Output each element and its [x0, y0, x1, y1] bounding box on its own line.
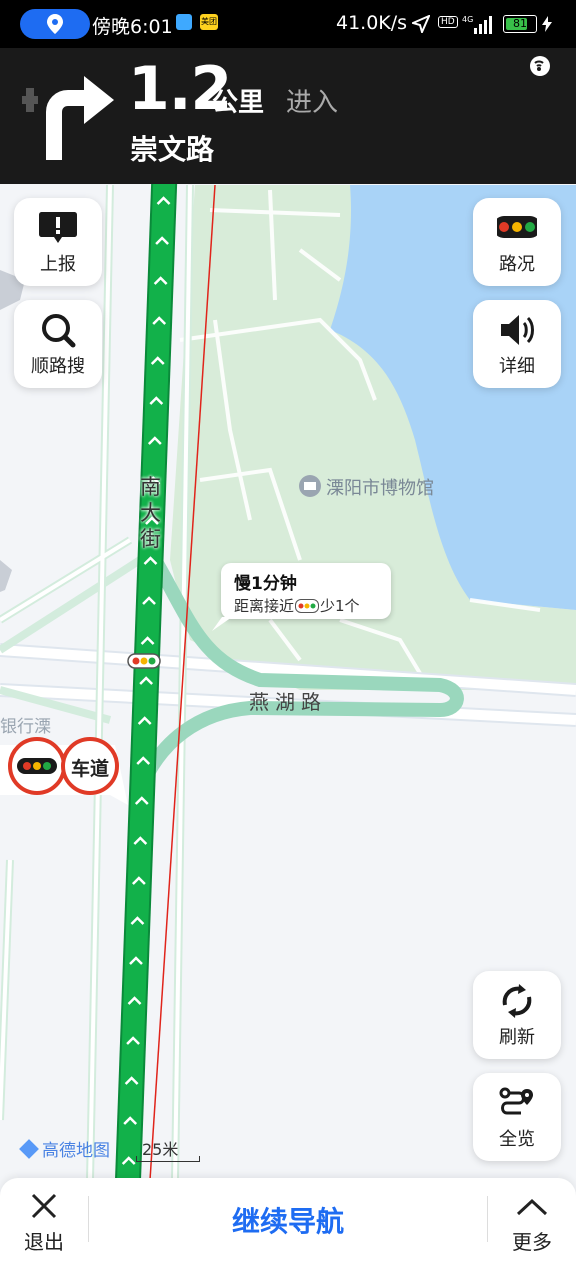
- divider: [88, 1196, 89, 1242]
- callout-pointer: [212, 617, 232, 631]
- continue-navigation-button[interactable]: 继续导航: [120, 1200, 456, 1240]
- exit-button[interactable]: 退出: [0, 1178, 88, 1280]
- charging-icon: [542, 16, 552, 32]
- refresh-button[interactable]: 刷新: [473, 971, 561, 1059]
- lane-sign: 车道: [61, 737, 119, 795]
- refresh-icon: [502, 984, 532, 1018]
- lane-sign-label: 车道: [70, 758, 109, 780]
- traffic-light-icon: [497, 216, 537, 238]
- gps-signal-icon[interactable]: [528, 54, 552, 78]
- network-speed: 41.0K/s: [336, 12, 408, 34]
- turn-right-arrow-icon: [22, 76, 114, 160]
- next-road-name: 崇文路: [130, 133, 215, 166]
- chevron-up-icon: [516, 1198, 548, 1216]
- report-label: 上报: [40, 254, 76, 275]
- turn-action: 进入: [286, 88, 339, 118]
- more-button[interactable]: 更多: [488, 1178, 576, 1280]
- navigation-header: 1.2 公里 进入 崇文路: [0, 48, 576, 184]
- overview-button[interactable]: 全览: [473, 1073, 561, 1161]
- status-bar: 傍晚6:01 美团 41.0K/s HD 4G 81: [0, 0, 576, 48]
- meituan-app-icon: 美团: [200, 14, 218, 30]
- route-overview-icon: [499, 1087, 533, 1115]
- traffic-light-small-icon: [295, 598, 320, 613]
- poi-label[interactable]: 溧阳市博物馆: [326, 474, 434, 500]
- search-along-route-button[interactable]: 顺路搜: [14, 300, 102, 388]
- map-brand: 高德地图: [19, 1136, 110, 1161]
- distance-unit: 公里: [212, 88, 265, 118]
- report-button[interactable]: 上报: [14, 198, 102, 286]
- search-along-label: 顺路搜: [31, 356, 85, 377]
- navigation-arrow-icon: [412, 15, 430, 33]
- notification-app-icon: [176, 14, 192, 30]
- overview-label: 全览: [499, 1129, 535, 1150]
- bottom-action-bar: 退出 继续导航 更多: [0, 1178, 576, 1280]
- status-time: 傍晚6:01: [92, 16, 173, 38]
- exit-label: 退出: [24, 1230, 64, 1254]
- traffic-light-icon: [17, 758, 57, 774]
- detail-voice-button[interactable]: 详细: [473, 300, 561, 388]
- traffic-light-marker: [127, 653, 161, 669]
- search-icon: [42, 314, 76, 348]
- traffic-light-sign: [8, 737, 66, 795]
- report-alert-icon: [39, 212, 77, 243]
- hd-icon: HD: [438, 16, 458, 28]
- callout-subtext: 距离接近 少1个: [234, 597, 360, 615]
- street-label-horizontal: 燕湖路: [249, 690, 327, 714]
- more-label: 更多: [512, 1230, 552, 1254]
- svg-text:4G: 4G: [462, 15, 473, 24]
- speaker-icon: [501, 315, 534, 345]
- amap-logo-icon: [19, 1139, 39, 1159]
- traffic-button[interactable]: 路况: [473, 198, 561, 286]
- close-icon: [31, 1193, 57, 1219]
- location-pill[interactable]: [20, 9, 90, 39]
- traffic-label: 路况: [499, 254, 535, 275]
- signal-icon: 4G: [462, 15, 492, 34]
- callout-title: 慢1分钟: [234, 574, 297, 594]
- street-label-vertical: 南大街: [140, 475, 161, 551]
- map-scale-bar: [136, 1156, 200, 1162]
- location-pin-icon: [47, 14, 63, 34]
- alternate-route-callout[interactable]: 慢1分钟 距离接近 少1个: [221, 563, 391, 619]
- bank-label: 银行溧: [0, 717, 51, 737]
- detail-label: 详细: [499, 356, 535, 377]
- battery-icon: 81: [503, 15, 537, 33]
- refresh-label: 刷新: [499, 1027, 535, 1048]
